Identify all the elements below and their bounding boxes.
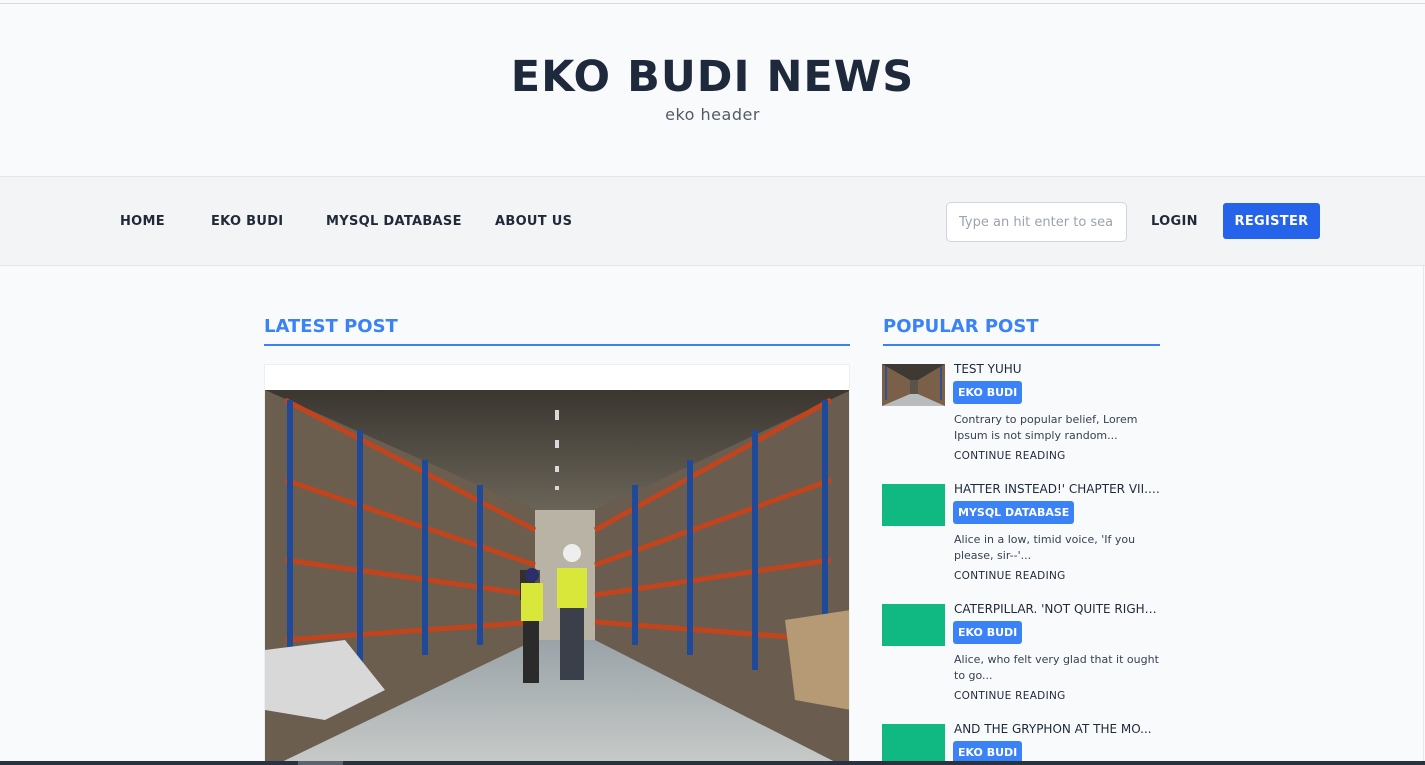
post-excerpt: Alice in a low, timid voice, 'If you ple… bbox=[954, 533, 1136, 562]
post-title[interactable]: AND THE GRYPHON AT THE MO... bbox=[954, 724, 1160, 736]
category-badge[interactable]: EKO BUDI bbox=[953, 741, 1023, 761]
continue-reading-link[interactable]: CONTINUE READING bbox=[954, 570, 1066, 582]
post-title[interactable]: TEST YUHU bbox=[954, 362, 1160, 376]
post-excerpt: Alice, who felt very glad that it ought … bbox=[954, 653, 1159, 682]
post-excerpt: Contrary to popular belief, Lorem Ipsum … bbox=[954, 413, 1138, 442]
category-badge[interactable]: MYSQL DATABASE bbox=[953, 501, 1075, 524]
nav-mysql-database[interactable]: MYSQL DATABASE bbox=[326, 214, 462, 229]
latest-post-card[interactable] bbox=[264, 364, 850, 765]
nav-eko-budi[interactable]: EKO BUDI bbox=[211, 214, 283, 229]
post-thumbnail[interactable] bbox=[882, 484, 945, 526]
search-input[interactable] bbox=[946, 202, 1127, 242]
post-title[interactable]: CATERPILLAR. 'NOT QUITE RIGHT... bbox=[954, 602, 1160, 616]
popular-post-heading: POPULAR POST bbox=[883, 316, 1160, 346]
site-subtitle: eko header bbox=[665, 105, 760, 124]
post-thumbnail[interactable] bbox=[882, 364, 945, 406]
category-badge[interactable]: EKO BUDI bbox=[953, 381, 1023, 404]
latest-post-heading: LATEST POST bbox=[264, 316, 850, 346]
popular-post-item[interactable]: AND THE GRYPHON AT THE MO... EKO BUDI bbox=[882, 724, 1162, 761]
post-featured-image[interactable] bbox=[265, 390, 849, 764]
nav-about-us[interactable]: ABOUT US bbox=[495, 214, 572, 229]
register-button[interactable]: REGISTER bbox=[1223, 203, 1320, 239]
scrollbar-thumb[interactable] bbox=[298, 761, 343, 765]
category-badge[interactable]: EKO BUDI bbox=[953, 621, 1023, 644]
continue-reading-link[interactable]: CONTINUE READING bbox=[954, 450, 1066, 462]
post-thumbnail[interactable] bbox=[882, 604, 945, 646]
site-title[interactable]: EKO BUDI NEWS bbox=[0, 52, 1425, 102]
horizontal-scrollbar[interactable] bbox=[0, 761, 1425, 765]
post-title[interactable]: HATTER INSTEAD!' CHAPTER VII. ... bbox=[954, 482, 1160, 496]
login-link[interactable]: LOGIN bbox=[1151, 214, 1198, 229]
post-thumbnail[interactable] bbox=[882, 724, 945, 761]
continue-reading-link[interactable]: CONTINUE READING bbox=[954, 690, 1066, 702]
nav-home[interactable]: HOME bbox=[120, 214, 165, 229]
site-header: EKO BUDI NEWS eko header bbox=[0, 4, 1425, 176]
main-navbar: HOME EKO BUDI MYSQL DATABASE ABOUT US LO… bbox=[0, 176, 1425, 266]
